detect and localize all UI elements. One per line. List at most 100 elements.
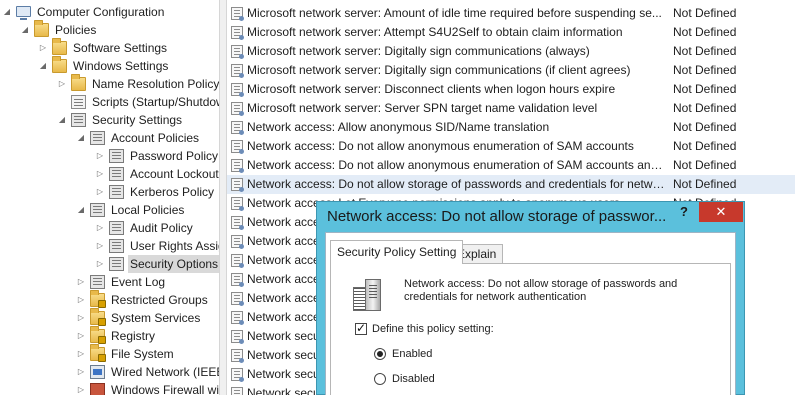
tree-item-wired-network-ieee-802-3-policies[interactable]: ▷ Wired Network (IEEE 802.3) Policies (76, 363, 219, 381)
tree-item-label: User Rights Assignment (130, 239, 219, 253)
tree-item-label: Security Options (128, 255, 219, 273)
policy-row[interactable]: Network access: Do not allow anonymous e… (227, 137, 795, 156)
tree-item-security-settings[interactable]: ◢ Security Settings (57, 111, 184, 129)
tab-security-policy-setting[interactable]: Security Policy Setting (330, 240, 464, 264)
expand-arrow-icon[interactable]: ▷ (76, 381, 86, 395)
expand-arrow-icon[interactable]: ▷ (95, 255, 105, 273)
define-policy-label: Define this policy setting: (372, 323, 494, 335)
collapse-arrow-icon[interactable]: ◢ (57, 111, 67, 129)
policy-name: Microsoft network server: Digitally sign… (247, 44, 590, 58)
policy-setting-icon (231, 83, 244, 97)
tree-item-software-settings[interactable]: ▷ Software Settings (38, 38, 169, 57)
expand-arrow-icon[interactable]: ▷ (95, 165, 105, 183)
expand-arrow-icon[interactable]: ▷ (38, 39, 48, 57)
tree-item-restricted-groups[interactable]: ▷ Restricted Groups (76, 290, 210, 309)
tree-item-event-log[interactable]: ▷ Event Log (76, 273, 167, 291)
policy-name: Microsoft network server: Disconnect cli… (247, 82, 616, 96)
policy-name: Microsoft network server: Amount of idle… (247, 6, 662, 20)
policy-setting-icon (231, 121, 244, 135)
tree-item-user-rights-assignment[interactable]: ▷ User Rights Assignment (95, 237, 219, 255)
tree-item-windows-settings[interactable]: ◢ Windows Settings (38, 56, 170, 75)
policy-row[interactable]: Microsoft network server: Disconnect cli… (227, 80, 795, 99)
expand-arrow-icon[interactable]: ▷ (95, 183, 105, 201)
expand-arrow-icon[interactable]: ▷ (76, 327, 86, 345)
enabled-label: Enabled (392, 348, 433, 360)
policy-setting-icon (231, 387, 243, 395)
tree-item-label: Scripts (Startup/Shutdown) (92, 95, 219, 109)
disabled-option[interactable]: Disabled (374, 373, 435, 385)
policy-properties-dialog: Network access: Do not allow storage of … (316, 201, 745, 395)
tree-item-label: Account Lockout Policy (130, 167, 219, 181)
tree-item-label: Audit Policy (130, 221, 193, 235)
tree-item-windows-firewall-with-advanced-security[interactable]: ▷ Windows Firewall with Advanced Security (76, 381, 219, 395)
tree-item-file-system[interactable]: ▷ File System (76, 344, 176, 363)
policy-row[interactable]: Microsoft network server: Digitally sign… (227, 42, 795, 61)
help-button[interactable]: ? (671, 202, 697, 222)
tree-item-system-services[interactable]: ▷ System Services (76, 308, 202, 327)
policy-setting-icon (231, 7, 244, 21)
collapse-arrow-icon[interactable]: ◢ (20, 21, 30, 39)
tree-item-computer-configuration[interactable]: ◢ Computer Configuration (2, 3, 166, 21)
folder-icon (52, 38, 67, 55)
tree-item-security-options[interactable]: ▷ Security Options (95, 255, 219, 273)
tree-item-policies[interactable]: ◢ Policies (20, 20, 98, 39)
policy-setting-value: Not Defined (673, 101, 737, 115)
tree-item-label: Kerberos Policy (130, 185, 215, 199)
expand-arrow-icon[interactable]: ▷ (76, 309, 86, 327)
policy-row[interactable]: Network access: Do not allow storage of … (227, 175, 795, 194)
policy-row[interactable]: Microsoft network server: Digitally sign… (227, 61, 795, 80)
lock-folder-icon (90, 290, 106, 308)
enabled-radio[interactable] (374, 348, 386, 360)
tree-item-audit-policy[interactable]: ▷ Audit Policy (95, 219, 195, 237)
collapse-arrow-icon[interactable]: ◢ (38, 57, 48, 75)
policy-setting-icon (231, 178, 244, 192)
policy-icon (109, 221, 124, 235)
policy-row[interactable]: Microsoft network server: Amount of idle… (227, 4, 795, 23)
collapse-arrow-icon[interactable]: ◢ (76, 201, 86, 219)
collapse-arrow-icon[interactable]: ◢ (2, 3, 12, 21)
policy-row[interactable]: Microsoft network server: Attempt S4U2Se… (227, 23, 795, 42)
expand-arrow-icon[interactable]: ▷ (76, 273, 86, 291)
tree-item-account-policies[interactable]: ◢ Account Policies (76, 129, 201, 147)
tree-item-kerberos-policy[interactable]: ▷ Kerberos Policy (95, 183, 216, 201)
policy-description: Network access: Do not allow storage of … (404, 278, 678, 303)
lock-folder-icon (90, 326, 106, 344)
define-policy-setting[interactable]: Define this policy setting: (355, 321, 494, 335)
expand-arrow-icon (57, 93, 67, 111)
policy-setting-icon (231, 273, 244, 287)
console-tree: ◢ Computer Configuration ◢ Policies ▷ Softwar… (0, 0, 219, 395)
define-policy-checkbox[interactable] (355, 321, 367, 335)
lock-folder-icon (90, 308, 106, 326)
policy-row[interactable]: Network access: Do not allow anonymous e… (227, 156, 795, 175)
tree-item-scripts-startup-shutdown[interactable]: Scripts (Startup/Shutdown) (57, 93, 219, 111)
policy-name: Network access: Do not allow anonymous e… (247, 139, 634, 153)
tree-item-registry[interactable]: ▷ Registry (76, 326, 157, 345)
expand-arrow-icon[interactable]: ▷ (76, 291, 86, 309)
server-policy-icon (353, 279, 383, 313)
policy-setting-icon (231, 216, 244, 230)
policy-setting-icon (231, 197, 244, 211)
pane-splitter[interactable] (219, 0, 227, 395)
tree-item-password-policy[interactable]: ▷ Password Policy (95, 147, 219, 165)
enabled-option[interactable]: Enabled (374, 348, 432, 360)
expand-arrow-icon[interactable]: ▷ (95, 219, 105, 237)
close-button[interactable]: ✕ (699, 202, 743, 222)
collapse-arrow-icon[interactable]: ◢ (76, 129, 86, 147)
policy-setting-icon (231, 330, 244, 344)
policy-setting-value: Not Defined (673, 158, 737, 172)
policy-folder-icon (90, 203, 105, 217)
tree-item-account-lockout-policy[interactable]: ▷ Account Lockout Policy (95, 165, 219, 183)
disabled-radio[interactable] (374, 373, 386, 385)
expand-arrow-icon[interactable]: ▷ (76, 345, 86, 363)
policy-setting-icon (231, 235, 244, 249)
expand-arrow-icon[interactable]: ▷ (95, 237, 105, 255)
folder-icon (52, 56, 67, 73)
tree-item-local-policies[interactable]: ◢ Local Policies (76, 201, 186, 219)
expand-arrow-icon[interactable]: ▷ (95, 147, 105, 165)
tree-item-name-resolution-policy[interactable]: ▷ Name Resolution Policy (57, 74, 219, 93)
expand-arrow-icon[interactable]: ▷ (57, 75, 67, 93)
policy-row[interactable]: Microsoft network server: Server SPN tar… (227, 99, 795, 118)
policy-row[interactable]: Network access: Allow anonymous SID/Name… (227, 118, 795, 137)
expand-arrow-icon[interactable]: ▷ (76, 363, 86, 381)
tree-item-label: Event Log (111, 275, 166, 289)
